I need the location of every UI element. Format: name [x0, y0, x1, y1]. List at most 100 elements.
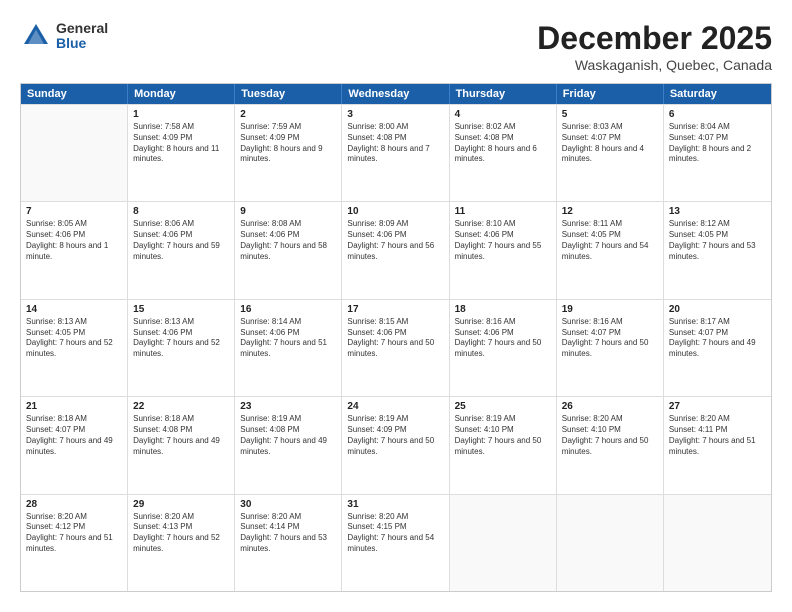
day-number: 31	[347, 498, 443, 511]
day-number: 11	[455, 205, 551, 218]
day-number: 22	[133, 400, 229, 413]
calendar: Sunday Monday Tuesday Wednesday Thursday…	[20, 83, 772, 592]
calendar-cell: 17Sunrise: 8:15 AM Sunset: 4:06 PM Dayli…	[342, 300, 449, 396]
calendar-cell: 3Sunrise: 8:00 AM Sunset: 4:08 PM Daylig…	[342, 105, 449, 201]
sun-info: Sunrise: 8:03 AM Sunset: 4:07 PM Dayligh…	[562, 122, 658, 165]
calendar-cell: 1Sunrise: 7:58 AM Sunset: 4:09 PM Daylig…	[128, 105, 235, 201]
sun-info: Sunrise: 8:04 AM Sunset: 4:07 PM Dayligh…	[669, 122, 766, 165]
calendar-cell: 8Sunrise: 8:06 AM Sunset: 4:06 PM Daylig…	[128, 202, 235, 298]
calendar-cell: 15Sunrise: 8:13 AM Sunset: 4:06 PM Dayli…	[128, 300, 235, 396]
logo-icon	[20, 20, 52, 52]
sun-info: Sunrise: 8:11 AM Sunset: 4:05 PM Dayligh…	[562, 219, 658, 262]
sun-info: Sunrise: 8:13 AM Sunset: 4:06 PM Dayligh…	[133, 317, 229, 360]
logo-text: General Blue	[56, 21, 108, 52]
calendar-cell: 19Sunrise: 8:16 AM Sunset: 4:07 PM Dayli…	[557, 300, 664, 396]
day-number: 4	[455, 108, 551, 121]
calendar-cell: 27Sunrise: 8:20 AM Sunset: 4:11 PM Dayli…	[664, 397, 771, 493]
header-friday: Friday	[557, 84, 664, 104]
calendar-cell: 23Sunrise: 8:19 AM Sunset: 4:08 PM Dayli…	[235, 397, 342, 493]
header-saturday: Saturday	[664, 84, 771, 104]
day-number: 10	[347, 205, 443, 218]
title-block: December 2025 Waskaganish, Quebec, Canad…	[537, 20, 772, 73]
day-number: 26	[562, 400, 658, 413]
day-number: 7	[26, 205, 122, 218]
header-tuesday: Tuesday	[235, 84, 342, 104]
calendar-cell: 26Sunrise: 8:20 AM Sunset: 4:10 PM Dayli…	[557, 397, 664, 493]
day-number: 23	[240, 400, 336, 413]
calendar-cell	[557, 495, 664, 591]
calendar-cell: 21Sunrise: 8:18 AM Sunset: 4:07 PM Dayli…	[21, 397, 128, 493]
calendar-cell: 2Sunrise: 7:59 AM Sunset: 4:09 PM Daylig…	[235, 105, 342, 201]
day-number: 29	[133, 498, 229, 511]
header: General Blue December 2025 Waskaganish, …	[20, 20, 772, 73]
sun-info: Sunrise: 8:20 AM Sunset: 4:14 PM Dayligh…	[240, 512, 336, 555]
day-number: 16	[240, 303, 336, 316]
calendar-cell	[450, 495, 557, 591]
sun-info: Sunrise: 8:12 AM Sunset: 4:05 PM Dayligh…	[669, 219, 766, 262]
calendar-cell	[21, 105, 128, 201]
day-number: 25	[455, 400, 551, 413]
day-number: 17	[347, 303, 443, 316]
calendar-cell: 5Sunrise: 8:03 AM Sunset: 4:07 PM Daylig…	[557, 105, 664, 201]
sun-info: Sunrise: 8:18 AM Sunset: 4:08 PM Dayligh…	[133, 414, 229, 457]
day-number: 13	[669, 205, 766, 218]
day-number: 19	[562, 303, 658, 316]
calendar-cell: 20Sunrise: 8:17 AM Sunset: 4:07 PM Dayli…	[664, 300, 771, 396]
day-number: 12	[562, 205, 658, 218]
day-number: 2	[240, 108, 336, 121]
day-number: 27	[669, 400, 766, 413]
sun-info: Sunrise: 8:15 AM Sunset: 4:06 PM Dayligh…	[347, 317, 443, 360]
sun-info: Sunrise: 8:05 AM Sunset: 4:06 PM Dayligh…	[26, 219, 122, 262]
month-title: December 2025	[537, 20, 772, 57]
calendar-cell: 29Sunrise: 8:20 AM Sunset: 4:13 PM Dayli…	[128, 495, 235, 591]
sun-info: Sunrise: 8:17 AM Sunset: 4:07 PM Dayligh…	[669, 317, 766, 360]
logo: General Blue	[20, 20, 108, 52]
day-number: 18	[455, 303, 551, 316]
calendar-body: 1Sunrise: 7:58 AM Sunset: 4:09 PM Daylig…	[21, 104, 771, 591]
sun-info: Sunrise: 8:20 AM Sunset: 4:10 PM Dayligh…	[562, 414, 658, 457]
sun-info: Sunrise: 8:18 AM Sunset: 4:07 PM Dayligh…	[26, 414, 122, 457]
calendar-cell: 10Sunrise: 8:09 AM Sunset: 4:06 PM Dayli…	[342, 202, 449, 298]
logo-general: General	[56, 21, 108, 36]
day-number: 9	[240, 205, 336, 218]
header-thursday: Thursday	[450, 84, 557, 104]
calendar-cell: 14Sunrise: 8:13 AM Sunset: 4:05 PM Dayli…	[21, 300, 128, 396]
calendar-cell	[664, 495, 771, 591]
day-number: 3	[347, 108, 443, 121]
sun-info: Sunrise: 8:10 AM Sunset: 4:06 PM Dayligh…	[455, 219, 551, 262]
day-number: 6	[669, 108, 766, 121]
calendar-cell: 31Sunrise: 8:20 AM Sunset: 4:15 PM Dayli…	[342, 495, 449, 591]
sun-info: Sunrise: 8:20 AM Sunset: 4:13 PM Dayligh…	[133, 512, 229, 555]
calendar-cell: 28Sunrise: 8:20 AM Sunset: 4:12 PM Dayli…	[21, 495, 128, 591]
calendar-cell: 22Sunrise: 8:18 AM Sunset: 4:08 PM Dayli…	[128, 397, 235, 493]
calendar-cell: 12Sunrise: 8:11 AM Sunset: 4:05 PM Dayli…	[557, 202, 664, 298]
sun-info: Sunrise: 8:19 AM Sunset: 4:10 PM Dayligh…	[455, 414, 551, 457]
day-number: 30	[240, 498, 336, 511]
day-number: 20	[669, 303, 766, 316]
day-number: 8	[133, 205, 229, 218]
day-number: 1	[133, 108, 229, 121]
calendar-cell: 11Sunrise: 8:10 AM Sunset: 4:06 PM Dayli…	[450, 202, 557, 298]
calendar-row-3: 14Sunrise: 8:13 AM Sunset: 4:05 PM Dayli…	[21, 299, 771, 396]
calendar-row-2: 7Sunrise: 8:05 AM Sunset: 4:06 PM Daylig…	[21, 201, 771, 298]
sun-info: Sunrise: 7:58 AM Sunset: 4:09 PM Dayligh…	[133, 122, 229, 165]
calendar-cell: 30Sunrise: 8:20 AM Sunset: 4:14 PM Dayli…	[235, 495, 342, 591]
sun-info: Sunrise: 8:19 AM Sunset: 4:08 PM Dayligh…	[240, 414, 336, 457]
sun-info: Sunrise: 8:16 AM Sunset: 4:06 PM Dayligh…	[455, 317, 551, 360]
calendar-row-5: 28Sunrise: 8:20 AM Sunset: 4:12 PM Dayli…	[21, 494, 771, 591]
calendar-cell: 18Sunrise: 8:16 AM Sunset: 4:06 PM Dayli…	[450, 300, 557, 396]
sun-info: Sunrise: 8:16 AM Sunset: 4:07 PM Dayligh…	[562, 317, 658, 360]
calendar-cell: 16Sunrise: 8:14 AM Sunset: 4:06 PM Dayli…	[235, 300, 342, 396]
sun-info: Sunrise: 8:06 AM Sunset: 4:06 PM Dayligh…	[133, 219, 229, 262]
header-sunday: Sunday	[21, 84, 128, 104]
day-number: 5	[562, 108, 658, 121]
header-wednesday: Wednesday	[342, 84, 449, 104]
sun-info: Sunrise: 8:20 AM Sunset: 4:15 PM Dayligh…	[347, 512, 443, 555]
calendar-cell: 6Sunrise: 8:04 AM Sunset: 4:07 PM Daylig…	[664, 105, 771, 201]
sun-info: Sunrise: 8:19 AM Sunset: 4:09 PM Dayligh…	[347, 414, 443, 457]
sun-info: Sunrise: 8:20 AM Sunset: 4:11 PM Dayligh…	[669, 414, 766, 457]
header-monday: Monday	[128, 84, 235, 104]
day-number: 14	[26, 303, 122, 316]
day-number: 24	[347, 400, 443, 413]
calendar-cell: 4Sunrise: 8:02 AM Sunset: 4:08 PM Daylig…	[450, 105, 557, 201]
